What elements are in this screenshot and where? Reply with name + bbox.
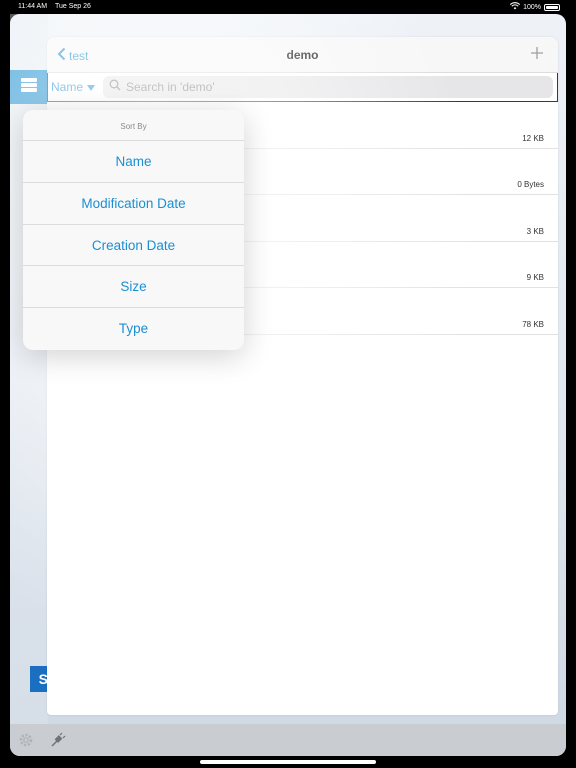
status-date: Tue Sep 26 <box>55 3 91 10</box>
stack-icon <box>20 77 38 98</box>
home-indicator[interactable] <box>200 760 376 764</box>
file-size: 3 KB <box>526 226 544 236</box>
file-size: 0 Bytes <box>517 180 544 189</box>
popover-title: Sort By <box>23 110 244 141</box>
search-field[interactable] <box>103 76 553 98</box>
app-logo: S <box>30 666 48 692</box>
sort-dropdown[interactable]: Name <box>51 80 96 94</box>
wifi-icon <box>510 2 521 12</box>
bottom-toolbar <box>10 724 566 756</box>
navigation-bar: test demo <box>47 37 558 73</box>
battery-icon <box>544 3 560 11</box>
plus-icon[interactable] <box>530 46 544 65</box>
status-indicators: 100% <box>510 2 560 12</box>
gear-icon[interactable] <box>18 732 34 753</box>
file-size: 12 KB <box>522 133 544 143</box>
sort-dropdown-label: Name <box>51 80 84 94</box>
sort-by-popover: Sort By Name Modification Date Creation … <box>23 110 244 350</box>
magnifier-icon <box>109 78 121 96</box>
sort-option-name[interactable]: Name <box>23 141 244 183</box>
triangle-down-icon <box>87 80 96 94</box>
search-input[interactable] <box>126 80 526 94</box>
status-time: 11:44 AM <box>18 3 48 10</box>
search-row: Name <box>47 73 558 102</box>
sort-option-size[interactable]: Size <box>23 266 244 309</box>
file-size: 78 KB <box>522 319 544 329</box>
sort-option-creation-date[interactable]: Creation Date <box>23 225 244 267</box>
storage-button[interactable] <box>10 70 48 104</box>
file-size: 9 KB <box>526 273 544 282</box>
status-bar: 11:44 AM Tue Sep 26 100% <box>0 0 576 14</box>
page-title: demo <box>286 48 319 62</box>
sort-option-modification-date[interactable]: Modification Date <box>23 183 244 225</box>
plug-icon[interactable] <box>50 732 66 753</box>
sort-option-type[interactable]: Type <box>23 308 244 350</box>
battery-percent: 100% <box>523 3 541 11</box>
